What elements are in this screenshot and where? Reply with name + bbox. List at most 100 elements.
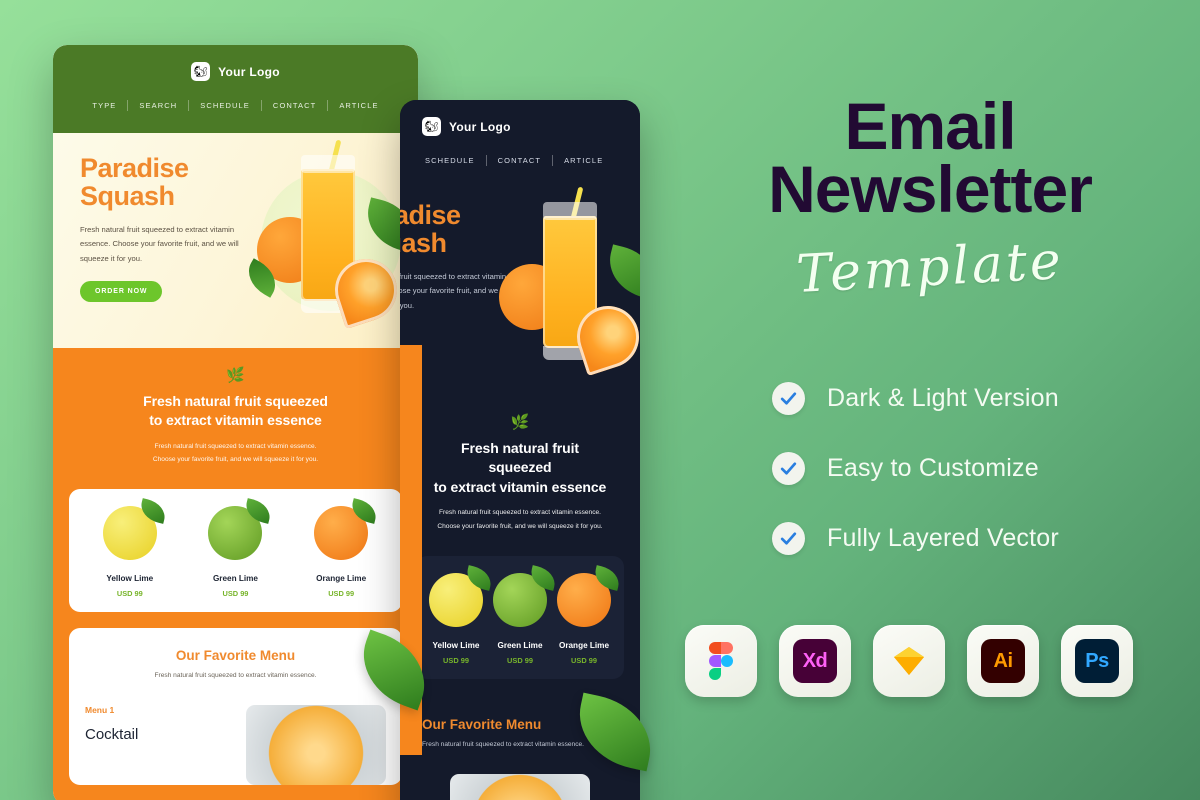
menu-row [422,773,618,800]
banner-title-line2: to extract vitamin essence [149,412,322,429]
menu-label: Menu 1 [85,705,115,716]
light-nav: TYPE SEARCH SCHEDULE CONTACT ARTICLE [53,100,418,111]
product-price: USD 99 [116,589,143,599]
check-circle-icon [772,521,805,555]
logo-text: Your Logo [218,64,280,79]
leaf-icon [243,498,274,525]
banner-title-line1: Fresh natural fruit squeezed [461,440,579,476]
light-email-mockup: 🐿 Your Logo TYPE SEARCH SCHEDULE CONTACT… [53,45,418,800]
menu-name: Cocktail [85,726,139,744]
dark-hero-section: Paradise Squash Fresh natural fruit sque… [400,180,640,395]
nav-item-contact[interactable]: CONTACT [262,101,327,110]
squirrel-logo-icon: 🐿 [422,117,441,136]
banner-sub-line2: Choose your favorite fruit, and we will … [152,456,319,464]
light-mockup-header: 🐿 Your Logo TYPE SEARCH SCHEDULE CONTACT… [53,45,418,133]
nav-item-schedule[interactable]: SCHEDULE [414,156,486,165]
app-tile-adobe-xd[interactable]: Xd [779,625,851,697]
squirrel-logo-icon: 🐿 [191,62,211,81]
logo-row: 🐿 Your Logo [53,45,418,81]
order-now-button[interactable]: ORDER NOW [80,281,163,303]
favorite-menu-subtitle: Fresh natural fruit squeezed to extract … [154,672,317,680]
promo-script-word: Template [794,231,1066,305]
banner-sub-line1: Fresh natural fruit squeezed to extract … [439,508,601,516]
menu-text-block: Menu 1 Cocktail [85,705,138,743]
product-name: Yellow Lime [432,640,480,650]
promo-panel: Email Newsletter Template Dark & Light V… [660,0,1200,800]
light-hero-section: Paradise Squash Fresh natural fruit sque… [53,133,418,348]
feature-item-dark-light: Dark & Light Version [772,363,1192,433]
logo-row: 🐿 Your Logo [400,100,640,136]
lotus-leaf-icon: 🌿 [226,367,245,384]
hero-title: Paradise Squash [80,153,255,211]
mint-leaf-icon [602,244,640,300]
adobe-photoshop-icon: Ps [1075,639,1119,683]
page-title: Email Newsletter [660,93,1200,227]
app-compatibility-row: Xd Ai Ps [685,625,1133,697]
yellow-lime-icon [102,498,168,561]
app-tile-sketch[interactable] [873,625,945,697]
promo-title-line2: Newsletter [768,152,1093,227]
product-price: USD 99 [507,655,533,665]
adobe-xd-icon: Xd [793,639,837,683]
hero-body-text: Fresh natural fruit squeezed to extract … [80,225,239,263]
app-tile-photoshop[interactable]: Ps [1061,625,1133,697]
product-price: USD 99 [328,589,355,599]
green-lime-icon [492,564,559,627]
product-item-yellow-lime[interactable]: Yellow Lime USD 99 [78,498,183,599]
banner-title: Fresh natural fruit squeezed to extract … [430,439,610,497]
menu-row: Menu 1 Cocktail [85,705,386,786]
product-price: USD 99 [571,655,597,665]
product-item-green-lime[interactable]: Green Lime USD 99 [488,564,559,665]
favorite-menu-section: Our Favorite Menu Fresh natural fruit sq… [69,628,402,786]
hero-title-line2: Squash [400,227,447,258]
feature-label: Fully Layered Vector [827,523,1059,552]
banner-subtext: Fresh natural fruit squeezed to extract … [83,440,388,468]
feature-item-easy-customize: Easy to Customize [772,433,1192,503]
banner-sub-line2: Choose your favorite fruit, and we will … [437,522,603,530]
cocktail-thumbnail [450,773,590,800]
hero-title-line1: Paradise [400,200,461,230]
product-item-green-lime[interactable]: Green Lime USD 99 [183,498,288,598]
banner-title-line2: to extract vitamin essence [433,478,607,495]
product-name: Orange Lime [558,640,610,650]
nav-item-type[interactable]: TYPE [81,101,127,110]
dark-mockup-header: 🐿 Your Logo SCHEDULE CONTACT ARTICLE [400,100,640,180]
cocktail-thumbnail [246,705,386,786]
lotus-leaf-icon: 🌿 [510,414,530,431]
adobe-illustrator-icon: Ai [981,639,1025,683]
banner-subtext: Fresh natural fruit squeezed to extract … [430,506,610,534]
nav-item-article[interactable]: ARTICLE [328,101,389,110]
dark-nav: SCHEDULE CONTACT ARTICLE [400,155,640,166]
leaf-icon [137,498,168,525]
orange-lime-icon [556,564,623,627]
hero-title-line2: Squash [80,180,175,211]
dark-products-section: Yellow Lime USD 99 Green Lime USD 99 Ora… [400,555,640,695]
app-tile-illustrator[interactable]: Ai [967,625,1039,697]
nav-item-contact[interactable]: CONTACT [487,156,552,165]
banner-sub-line1: Fresh natural fruit squeezed to extract … [154,442,317,450]
hero-copy: Paradise Squash Fresh natural fruit sque… [80,153,255,303]
leaf-icon [349,498,380,525]
orange-lime-icon [314,498,380,561]
nav-item-schedule[interactable]: SCHEDULE [189,101,261,110]
light-banner-section: 🌿 Fresh natural fruit squeezed to extrac… [53,348,418,490]
product-item-orange-lime[interactable]: Orange Lime USD 99 [552,564,623,665]
nav-item-search[interactable]: SEARCH [128,101,188,110]
product-price: USD 99 [443,655,469,665]
product-item-yellow-lime[interactable]: Yellow Lime USD 99 [424,564,495,665]
check-circle-icon [772,451,805,485]
check-circle-icon [772,381,805,415]
hero-title-line1: Paradise [80,153,189,183]
nav-item-article[interactable]: ARTICLE [553,156,614,165]
leaf-icon [527,564,559,591]
leaf-icon [463,564,495,591]
favorite-menu-title: Our Favorite Menu [175,648,296,664]
product-name: Yellow Lime [106,574,154,584]
app-tile-figma[interactable] [685,625,757,697]
juice-glass-illustration [481,186,640,388]
product-item-orange-lime[interactable]: Orange Lime USD 99 [289,498,394,599]
product-card: Yellow Lime USD 99 Green Lime USD 99 Ora… [69,489,402,613]
leaf-icon [591,564,623,591]
green-lime-icon [208,498,274,561]
feature-label: Dark & Light Version [827,383,1059,412]
